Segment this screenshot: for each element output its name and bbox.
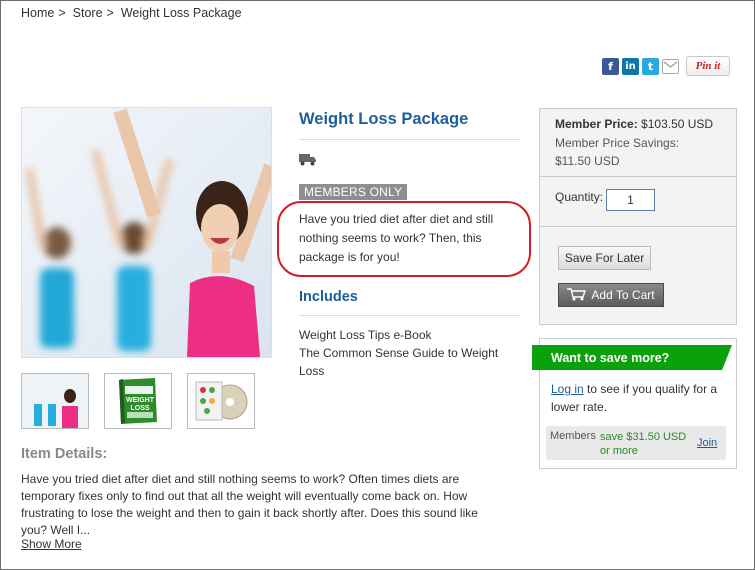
thumbnail-photo[interactable] <box>21 373 89 429</box>
member-price-value: $103.50 USD <box>641 117 714 131</box>
breadcrumb-current: Weight Loss Package <box>120 6 242 20</box>
breadcrumb-separator: > <box>58 6 66 20</box>
members-label: Members <box>550 430 596 442</box>
breadcrumb-home[interactable]: Home <box>21 6 54 20</box>
quantity-input[interactable]: 1 <box>606 189 655 211</box>
quantity-label: Quantity: <box>555 190 604 204</box>
members-only-badge: MEMBERS ONLY <box>299 184 408 200</box>
divider <box>299 139 520 140</box>
add-to-cart-button[interactable]: Add To Cart <box>558 283 664 307</box>
facebook-icon[interactable]: f <box>602 57 619 75</box>
item-details-heading: Item Details: <box>21 446 108 462</box>
guide-cd-image <box>188 374 254 428</box>
includes-list: Weight Loss Tips e-Book The Common Sense… <box>299 326 519 380</box>
breadcrumb-store[interactable]: Store <box>73 6 103 20</box>
divider <box>540 226 736 227</box>
social-share-bar: f in t Pin it <box>602 56 730 76</box>
divider <box>299 315 520 316</box>
ebook-cover-text: WEIGHT LOSS <box>126 397 154 412</box>
fitness-thumb-image <box>22 374 88 428</box>
email-icon[interactable] <box>662 58 679 74</box>
twitter-icon[interactable]: t <box>642 57 659 75</box>
breadcrumb-separator: > <box>106 6 114 20</box>
member-savings-label: Member Price Savings: <box>555 136 680 150</box>
includes-item: Weight Loss Tips e-Book <box>299 328 432 342</box>
item-details-text: Have you tried diet after diet and still… <box>21 472 478 537</box>
shipping-truck-icon <box>299 152 317 171</box>
save-more-heading: Want to save more? <box>551 351 670 365</box>
member-price-label: Member Price: <box>555 117 638 131</box>
divider <box>540 176 736 177</box>
members-savings-text: save $31.50 USD or more <box>600 431 687 457</box>
pinterest-button[interactable]: Pin it <box>686 56 730 76</box>
linkedin-icon[interactable]: in <box>622 57 639 75</box>
product-main-image[interactable] <box>21 107 272 358</box>
price-box: Member Price: $103.50 USD Member Price S… <box>539 108 737 325</box>
includes-heading: Includes <box>299 289 358 305</box>
member-price: Member Price: $103.50 USD <box>555 117 713 131</box>
login-prompt: Log in to see if you qualify for a lower… <box>551 380 731 416</box>
highlight-annotation <box>277 201 531 277</box>
login-link[interactable]: Log in <box>551 382 584 396</box>
fitness-photo <box>22 108 271 357</box>
cart-icon <box>567 287 587 304</box>
member-savings-value: $11.50 USD <box>555 154 620 168</box>
add-to-cart-label: Add To Cart <box>591 288 655 302</box>
thumbnail-ebook[interactable]: WEIGHT LOSS <box>104 373 172 429</box>
product-title: Weight Loss Package <box>299 110 469 128</box>
show-more-link[interactable]: Show More <box>21 537 82 551</box>
includes-item: The Common Sense Guide to Weight Loss <box>299 346 499 378</box>
breadcrumb: Home > Store > Weight Loss Package <box>21 6 246 20</box>
join-link[interactable]: Join <box>697 437 717 449</box>
save-for-later-button[interactable]: Save For Later <box>558 246 651 270</box>
member-savings: Member Price Savings: $11.50 USD <box>555 134 730 170</box>
thumbnail-guide-cd[interactable] <box>187 373 255 429</box>
